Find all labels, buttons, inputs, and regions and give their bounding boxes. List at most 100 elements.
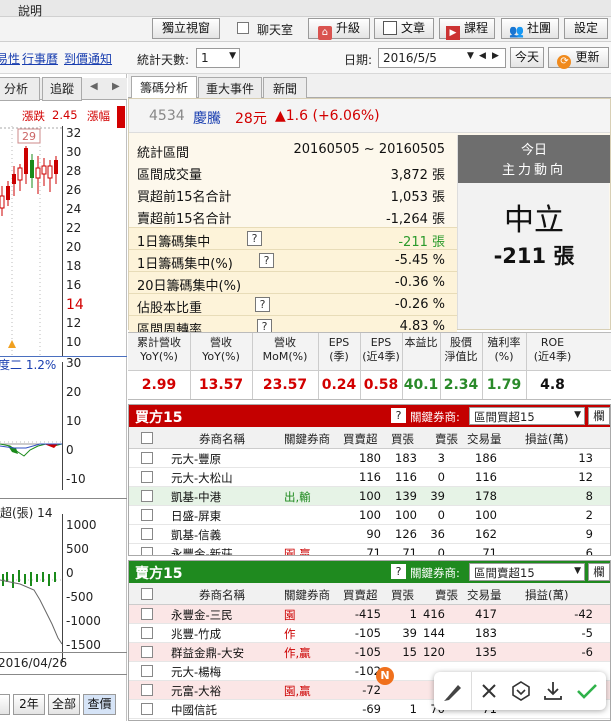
metric-value: 13.57 bbox=[198, 377, 244, 393]
column-header[interactable]: 交易量 bbox=[467, 431, 502, 447]
next-date-icon[interactable]: ▶ bbox=[492, 51, 499, 61]
cell-name[interactable]: 元大-楊梅 bbox=[171, 664, 261, 680]
cell-name[interactable]: 凱基-信義 bbox=[171, 527, 261, 543]
table-row[interactable]: 凱基-信義 90 126 36 162 9 bbox=[129, 525, 610, 544]
update-button[interactable]: ⟳ 更新 bbox=[548, 47, 609, 69]
column-header[interactable]: 損益(萬) bbox=[525, 587, 568, 603]
price-check-button[interactable]: 查價 bbox=[83, 694, 116, 715]
column-header[interactable]: 買張 bbox=[391, 431, 414, 447]
brush-tool[interactable] bbox=[434, 672, 472, 710]
cell-name[interactable]: 元富-大裕 bbox=[171, 683, 261, 699]
course-button[interactable]: ▶ 課程 bbox=[439, 18, 495, 40]
chatroom-checkbox[interactable] bbox=[237, 22, 249, 34]
table-row[interactable]: 永豐金-三民 園 -415 1 416 417 -42 bbox=[129, 605, 610, 624]
upgrade-button[interactable]: ⌂ 升級 bbox=[308, 18, 370, 40]
cell-name[interactable]: 元大-豐原 bbox=[171, 451, 261, 467]
table-row[interactable]: 兆豐-竹成 作 -105 39 144 183 -5 bbox=[129, 624, 610, 643]
column-header[interactable]: 關鍵券商 bbox=[284, 431, 330, 447]
select-all-checkbox[interactable] bbox=[141, 432, 153, 444]
percent-label: 度二 1.2% bbox=[0, 358, 57, 372]
row-checkbox[interactable] bbox=[141, 627, 153, 639]
column-header[interactable]: 損益(萬) bbox=[525, 431, 568, 447]
today-button[interactable]: 今天 bbox=[510, 47, 544, 68]
cell-name[interactable]: 凱基-中港 bbox=[171, 489, 261, 505]
chart-pane: 分析 追蹤 ◀ ▶ 漲跌 2.45 漲幅 29 32 30 28 26 24 2… bbox=[0, 74, 127, 721]
help-icon[interactable]: ? bbox=[247, 231, 262, 246]
column-header[interactable]: 關鍵券商 bbox=[284, 587, 330, 603]
close-tool[interactable] bbox=[474, 672, 504, 710]
date-picker[interactable]: 2016/5/5 ▼ ◀ ▶ bbox=[378, 48, 506, 68]
link-calendar[interactable]: 行事曆 bbox=[22, 50, 58, 67]
column-header[interactable]: 買張 bbox=[391, 587, 414, 603]
cell-name[interactable]: 群益金鼎-大安 bbox=[171, 645, 261, 661]
cell-buy: 1 bbox=[409, 607, 417, 621]
tab-next-icon[interactable]: ▶ bbox=[112, 81, 120, 92]
sell-range-select[interactable]: 區間賣超15 ▼ bbox=[469, 563, 585, 581]
row-checkbox[interactable] bbox=[141, 684, 153, 696]
row-checkbox[interactable] bbox=[141, 490, 153, 502]
column-header[interactable]: 賣張 bbox=[435, 587, 458, 603]
cell-name[interactable]: 永豐金-三民 bbox=[171, 607, 261, 623]
row-checkbox[interactable] bbox=[141, 509, 153, 521]
stock-name[interactable]: 慶騰 bbox=[193, 108, 221, 128]
table-row[interactable]: 元大-大松山 116 116 0 116 12 bbox=[129, 468, 610, 487]
chevron-down-icon[interactable]: ▼ bbox=[467, 51, 474, 61]
range-all-button[interactable]: 全部 bbox=[48, 694, 80, 715]
table-row[interactable]: 日盛-屏東 100 100 0 100 2 bbox=[129, 506, 610, 525]
row-checkbox[interactable] bbox=[141, 703, 153, 715]
column-header[interactable]: 賣張 bbox=[435, 431, 458, 447]
prev-date-icon[interactable]: ◀ bbox=[479, 51, 486, 61]
settings-button[interactable]: 設定 bbox=[564, 18, 608, 39]
article-button[interactable]: 文章 bbox=[374, 18, 434, 39]
help-icon[interactable]: ? bbox=[391, 408, 406, 423]
help-icon[interactable]: ? bbox=[259, 253, 274, 268]
link-trade[interactable]: 易性 bbox=[0, 50, 20, 67]
link-price-alert[interactable]: 到價通知 bbox=[64, 50, 112, 67]
cell-name[interactable]: 永豐金-新莊 bbox=[171, 546, 261, 555]
row-checkbox[interactable] bbox=[141, 608, 153, 620]
help-icon[interactable]: ? bbox=[255, 297, 270, 312]
metric-value: 0.58 bbox=[363, 377, 399, 393]
column-header[interactable]: 交易量 bbox=[467, 587, 502, 603]
select-all-checkbox[interactable] bbox=[141, 588, 153, 600]
row-checkbox[interactable] bbox=[141, 547, 153, 555]
column-header[interactable]: 券商名稱 bbox=[199, 587, 245, 603]
row-checkbox[interactable] bbox=[141, 665, 153, 677]
row-checkbox[interactable] bbox=[141, 646, 153, 658]
notification-badge[interactable]: N bbox=[376, 667, 394, 685]
community-button[interactable]: 👥 社團 bbox=[501, 18, 559, 39]
row-checkbox[interactable] bbox=[141, 471, 153, 483]
sell-column-button[interactable]: 欄 bbox=[588, 563, 610, 581]
cell-name[interactable]: 元大-大松山 bbox=[171, 470, 261, 486]
row-checkbox[interactable] bbox=[141, 452, 153, 464]
table-row[interactable]: 元大-豐原 180 183 3 186 13 bbox=[129, 449, 610, 468]
confirm-tool[interactable] bbox=[570, 672, 604, 710]
column-header[interactable]: 買賣超 bbox=[343, 587, 378, 603]
save-circle-tool[interactable] bbox=[506, 672, 536, 710]
help-menu[interactable]: 說明 bbox=[18, 2, 42, 19]
table-row[interactable]: 群益金鼎-大安 作,贏 -105 15 120 135 -6 bbox=[129, 643, 610, 662]
stat-days-select[interactable]: 1 ▼ bbox=[196, 48, 240, 68]
buy-column-button[interactable]: 欄 bbox=[588, 407, 610, 425]
row-checkbox[interactable] bbox=[141, 528, 153, 540]
column-header[interactable]: 買賣超 bbox=[343, 431, 378, 447]
cell-name[interactable]: 兆豐-竹成 bbox=[171, 626, 261, 642]
cell-name[interactable]: 中國信託 bbox=[171, 702, 261, 718]
cell-buy: 139 bbox=[395, 489, 417, 503]
cell-sell: 144 bbox=[423, 626, 445, 640]
column-header[interactable]: 券商名稱 bbox=[199, 431, 245, 447]
range-2y-button[interactable]: 2年 bbox=[13, 694, 45, 715]
tab-tracking[interactable]: 追蹤 bbox=[42, 77, 82, 101]
range-button-prev[interactable] bbox=[0, 694, 10, 715]
standalone-window-button[interactable]: 獨立視窗 bbox=[152, 18, 220, 39]
tab-prev-icon[interactable]: ◀ bbox=[90, 81, 98, 92]
table-row[interactable]: 凱基-中港 出,輸 100 139 39 178 8 bbox=[129, 487, 610, 506]
download-tool[interactable] bbox=[538, 672, 568, 710]
tab-analysis[interactable]: 分析 bbox=[0, 77, 40, 101]
buy-range-select[interactable]: 區間買超15 ▼ bbox=[469, 407, 585, 425]
buy-table-header: 買方15 ? 關鍵券商: 區間買超15 ▼ 欄 bbox=[129, 405, 610, 427]
table-row[interactable]: 永豐金-新莊 園,贏 71 71 0 71 6 bbox=[129, 544, 610, 555]
cell-name[interactable]: 日盛-屏東 bbox=[171, 508, 261, 524]
cell-pnl: 2 bbox=[585, 508, 593, 522]
help-icon[interactable]: ? bbox=[391, 564, 406, 579]
